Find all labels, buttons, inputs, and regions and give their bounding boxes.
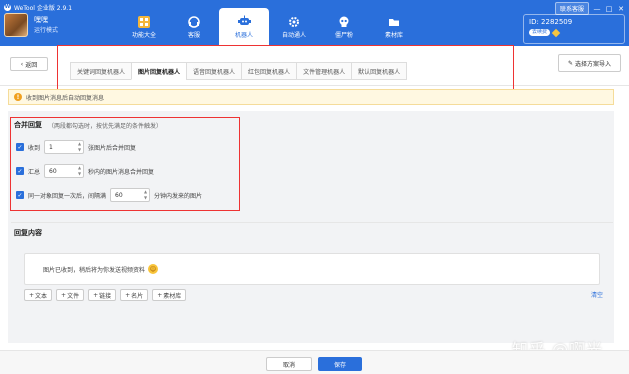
save-button[interactable]: 保存 bbox=[318, 357, 362, 371]
footer-bar: 取消 保存 bbox=[0, 350, 629, 374]
info-icon: ! bbox=[14, 93, 22, 101]
add-text-button[interactable]: + 文本 bbox=[24, 289, 53, 301]
gear-icon bbox=[288, 15, 301, 28]
nav-item-features[interactable]: 功能大全 bbox=[119, 8, 169, 46]
robot-tabs: 关键词回复机器人 图片回复机器人 语音回复机器人 红包回复机器人 文件管理机器人… bbox=[70, 62, 408, 80]
add-label: 名片 bbox=[131, 292, 144, 300]
stepper-arrows-icon[interactable]: ▲ ▼ bbox=[142, 189, 149, 201]
merge-hint: （两段都勾选时，按优先满足的条件触发） bbox=[48, 122, 163, 130]
account-id: ID: 2282509 bbox=[529, 18, 573, 26]
renew-badge[interactable]: 去续费 bbox=[529, 29, 551, 36]
add-label: 素材库 bbox=[163, 292, 182, 300]
avatar[interactable] bbox=[4, 13, 28, 37]
clear-link[interactable]: 清空 bbox=[591, 290, 603, 299]
nav-label: 自动通人 bbox=[281, 32, 306, 39]
rule-suffix: 张图片后合并回复 bbox=[88, 144, 137, 152]
reply-text-box[interactable]: 图片已收到，稍后将为你发送视频资料 ☺ bbox=[24, 253, 600, 285]
stepper-arrows-icon[interactable]: ▲ ▼ bbox=[76, 141, 83, 153]
title-bar: W WeTool 企业版 2.9.1 bbox=[4, 2, 72, 12]
stepper-value[interactable]: 1 bbox=[45, 144, 76, 151]
seconds-stepper[interactable]: 60 ▲ ▼ bbox=[44, 164, 85, 178]
tab-redpacket-robot[interactable]: 红包回复机器人 bbox=[241, 62, 297, 80]
chevron-left-icon: ‹ bbox=[20, 60, 24, 68]
cancel-button[interactable]: 取消 bbox=[266, 357, 312, 371]
back-label: 返回 bbox=[25, 61, 38, 69]
nav-item-robot[interactable]: 机器人 bbox=[219, 8, 269, 46]
rule-prefix: 收到 bbox=[28, 144, 41, 152]
notice-banner: ! 收到图片消息后自动回复消息 bbox=[8, 89, 614, 105]
back-button[interactable]: ‹ 返回 bbox=[10, 57, 48, 71]
tab-file-robot[interactable]: 文件管理机器人 bbox=[296, 62, 352, 80]
notice-text: 收到图片消息后自动回复消息 bbox=[26, 94, 105, 102]
rule-row: ✓ 汇总 60 ▲ ▼ 秒内的图片消息合并回复 bbox=[11, 161, 613, 181]
reply-text: 图片已收到，稍后将为你发送视频资料 bbox=[43, 266, 146, 274]
main-nav: 功能大全 客服 机器人 自动通人 僵尸粉 素材库 bbox=[119, 8, 419, 46]
profile-name: 嘿嘿 bbox=[34, 15, 48, 24]
add-label: 文件 bbox=[67, 292, 80, 300]
app-logo: W bbox=[4, 3, 11, 11]
rule-checkbox[interactable]: ✓ bbox=[16, 167, 24, 175]
profile[interactable]: 嘿嘿 运行模式 bbox=[4, 13, 58, 37]
import-plan-label: 选择方案导入 bbox=[575, 60, 612, 68]
diamond-icon bbox=[551, 28, 561, 37]
profile-status: 运行模式 bbox=[34, 26, 59, 34]
sub-toolbar: ‹ 返回 关键词回复机器人 图片回复机器人 语音回复机器人 红包回复机器人 文件… bbox=[0, 46, 629, 86]
robot-icon bbox=[237, 15, 251, 28]
tab-default-robot[interactable]: 默认回复机器人 bbox=[351, 62, 408, 80]
nav-item-materials[interactable]: 素材库 bbox=[369, 8, 419, 46]
add-card-button[interactable]: + 名片 bbox=[120, 289, 149, 301]
count-stepper[interactable]: 1 ▲ ▼ bbox=[44, 140, 85, 154]
app-title: WeTool 企业版 2.9.1 bbox=[14, 4, 73, 12]
add-label: 文本 bbox=[35, 292, 48, 300]
rule-row: ✓ 收到 1 ▲ ▼ 张图片后合并回复 bbox=[11, 137, 613, 157]
merge-reply-section: 合并回复 （两段都勾选时，按优先满足的条件触发） ✓ 收到 1 ▲ ▼ 张图片后合… bbox=[11, 117, 613, 213]
rule-suffix: 分钟内发来的图片 bbox=[154, 192, 203, 200]
edit-icon: ✎ bbox=[567, 59, 573, 67]
maximize-icon[interactable]: □ bbox=[605, 5, 613, 13]
import-plan-button[interactable]: ✎ 选择方案导入 bbox=[558, 54, 621, 72]
stepper-value[interactable]: 60 bbox=[111, 192, 142, 199]
folder-icon bbox=[388, 15, 401, 28]
nav-label: 素材库 bbox=[384, 32, 403, 39]
reply-title: 回复内容 bbox=[14, 229, 42, 237]
tab-image-robot[interactable]: 图片回复机器人 bbox=[131, 62, 187, 80]
rule-suffix: 秒内的图片消息合并回复 bbox=[88, 168, 155, 176]
tab-keyword-robot[interactable]: 关键词回复机器人 bbox=[70, 62, 132, 80]
rule-checkbox[interactable]: ✓ bbox=[16, 143, 24, 151]
nav-label: 客服 bbox=[187, 32, 200, 39]
account-id-box[interactable]: ID: 2282509 去续费 bbox=[523, 14, 625, 44]
nav-item-auto-add[interactable]: 自动通人 bbox=[269, 8, 319, 46]
app-header: W WeTool 企业版 2.9.1 嘿嘿 运行模式 功能大全 客服 机器人 自… bbox=[0, 0, 629, 46]
add-buttons: + 文本 + 文件 + 链接 + 名片 + 素材库 bbox=[24, 289, 187, 301]
tab-voice-robot[interactable]: 语音回复机器人 bbox=[186, 62, 242, 80]
nav-label: 功能大全 bbox=[131, 32, 156, 39]
grid-icon bbox=[138, 15, 151, 28]
rule-prefix: 同一对象回复一次后，间隔满 bbox=[28, 192, 107, 200]
nav-item-service[interactable]: 客服 bbox=[169, 8, 219, 46]
minutes-stepper[interactable]: 60 ▲ ▼ bbox=[110, 188, 151, 202]
headset-icon bbox=[188, 15, 201, 28]
rule-prefix: 汇总 bbox=[28, 168, 41, 176]
add-link-button[interactable]: + 链接 bbox=[88, 289, 117, 301]
nav-label: 僵尸粉 bbox=[334, 32, 353, 39]
minimize-icon[interactable]: — bbox=[593, 5, 601, 13]
reply-content-section: 回复内容 图片已收到，稍后将为你发送视频资料 ☺ + 文本 + 文件 + 链接 … bbox=[11, 222, 613, 342]
add-material-button[interactable]: + 素材库 bbox=[152, 289, 187, 301]
nav-item-zombie[interactable]: 僵尸粉 bbox=[319, 8, 369, 46]
rule-checkbox[interactable]: ✓ bbox=[16, 191, 24, 199]
nav-label: 机器人 bbox=[234, 32, 253, 39]
smile-emoji-icon: ☺ bbox=[148, 264, 159, 274]
add-file-button[interactable]: + 文件 bbox=[56, 289, 85, 301]
close-icon[interactable]: ✕ bbox=[617, 5, 625, 13]
skull-icon bbox=[338, 15, 351, 28]
rule-row: ✓ 同一对象回复一次后，间隔满 60 ▲ ▼ 分钟内发来的图片 bbox=[11, 185, 613, 205]
stepper-value[interactable]: 60 bbox=[45, 168, 76, 175]
merge-title: 合并回复 bbox=[14, 121, 42, 129]
add-label: 链接 bbox=[99, 292, 112, 300]
stepper-arrows-icon[interactable]: ▲ ▼ bbox=[76, 165, 83, 177]
